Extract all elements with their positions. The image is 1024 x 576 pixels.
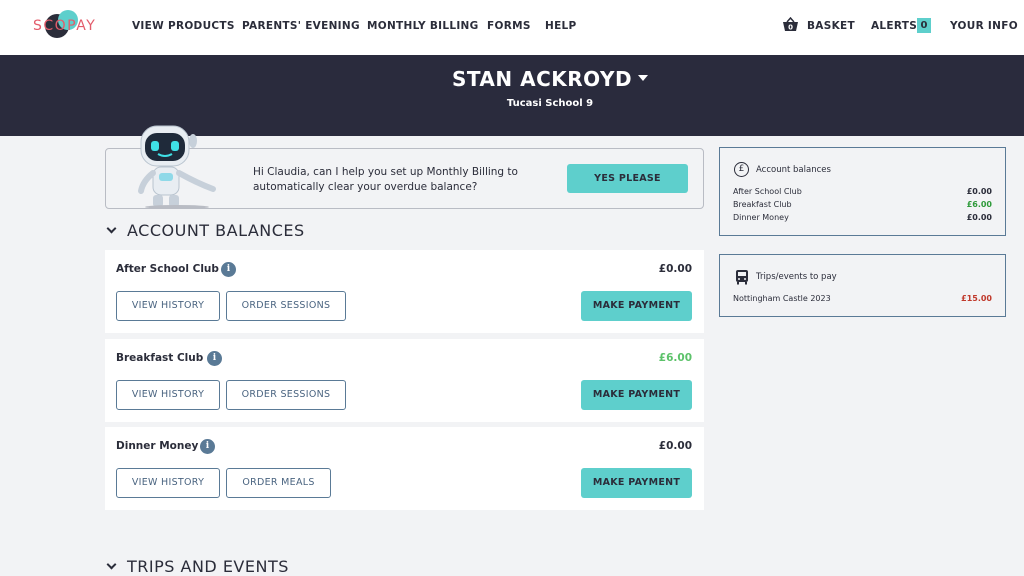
- student-selector[interactable]: STAN ACKROYD: [0, 67, 1024, 91]
- order-sessions-button[interactable]: ORDER SESSIONS: [226, 380, 346, 410]
- view-history-button[interactable]: VIEW HISTORY: [116, 291, 220, 321]
- panel-row-label: After School Club: [733, 187, 802, 196]
- balance-name: After School Club: [116, 263, 219, 275]
- nav-parents-evening[interactable]: PARENTS' EVENING: [242, 20, 360, 32]
- nav-your-info[interactable]: YOUR INFO: [950, 20, 1018, 32]
- basket-count: 0: [788, 24, 793, 32]
- panel-row-label: Breakfast Club: [733, 200, 792, 209]
- trip-name[interactable]: Nottingham Castle 2023: [733, 294, 831, 303]
- account-balances-toggle[interactable]: ACCOUNT BALANCES: [106, 221, 305, 240]
- trips-to-pay-panel: Trips/events to pay Nottingham Castle 20…: [719, 254, 1006, 317]
- info-icon[interactable]: i: [221, 262, 236, 277]
- balance-amount: £6.00: [658, 352, 692, 364]
- yes-please-button[interactable]: YES PLEASE: [567, 164, 688, 193]
- school-name: Tucasi School 9: [506, 98, 594, 109]
- view-history-button[interactable]: VIEW HISTORY: [116, 468, 220, 498]
- scopay-logo[interactable]: SCOPAY: [32, 10, 102, 42]
- nav-help[interactable]: HELP: [545, 20, 577, 32]
- balance-amount: £0.00: [658, 440, 692, 452]
- panel-title: Trips/events to pay: [756, 272, 837, 282]
- info-icon[interactable]: i: [200, 439, 215, 454]
- account-balances-panel: £ Account balances After School Club £0.…: [719, 147, 1006, 236]
- view-history-button[interactable]: VIEW HISTORY: [116, 380, 220, 410]
- trips-and-events-toggle[interactable]: TRIPS AND EVENTS: [106, 557, 289, 576]
- panel-row-value: £0.00: [966, 213, 992, 222]
- nav-basket[interactable]: BASKET: [807, 20, 855, 32]
- panel-row-label: Dinner Money: [733, 213, 789, 222]
- bus-icon: [736, 270, 748, 285]
- nav-alerts[interactable]: ALERTS: [871, 20, 917, 32]
- balance-card-dinner-money: Dinner Money i £0.00 VIEW HISTORY ORDER …: [105, 427, 704, 510]
- top-nav: SCOPAY VIEW PRODUCTS PARENTS' EVENING MO…: [0, 0, 1024, 55]
- info-icon[interactable]: i: [207, 351, 222, 366]
- logo-text: SCOPAY: [33, 18, 97, 34]
- order-sessions-button[interactable]: ORDER SESSIONS: [226, 291, 346, 321]
- alerts-count-badge[interactable]: 0: [917, 18, 931, 33]
- balance-name: Dinner Money: [116, 440, 199, 452]
- balance-name: Breakfast Club: [116, 352, 204, 364]
- balance-card-breakfast-club: Breakfast Club i £6.00 VIEW HISTORY ORDE…: [105, 339, 704, 422]
- trip-amount: £15.00: [961, 294, 992, 303]
- make-payment-button[interactable]: MAKE PAYMENT: [581, 468, 692, 498]
- account-balances-heading: ACCOUNT BALANCES: [127, 221, 305, 240]
- promo-message: Hi Claudia, can I help you set up Monthl…: [253, 166, 518, 193]
- balance-card-after-school-club: After School Club i £0.00 VIEW HISTORY O…: [105, 250, 704, 333]
- balance-amount: £0.00: [658, 263, 692, 275]
- basket-icon[interactable]: 0: [782, 17, 799, 32]
- panel-title: Account balances: [756, 165, 831, 175]
- chevron-down-icon: [106, 559, 117, 570]
- make-payment-button[interactable]: MAKE PAYMENT: [581, 291, 692, 321]
- robot-assistant-icon: [138, 125, 216, 209]
- student-name: STAN ACKROYD: [451, 67, 633, 91]
- nav-view-products[interactable]: VIEW PRODUCTS: [132, 20, 235, 32]
- pound-icon: £: [734, 162, 749, 177]
- trips-and-events-heading: TRIPS AND EVENTS: [127, 557, 289, 576]
- chevron-down-icon: [106, 223, 117, 234]
- panel-row-value: £0.00: [966, 187, 992, 196]
- order-meals-button[interactable]: ORDER MEALS: [226, 468, 331, 498]
- caret-down-icon[interactable]: [638, 75, 649, 81]
- make-payment-button[interactable]: MAKE PAYMENT: [581, 380, 692, 410]
- nav-monthly-billing[interactable]: MONTHLY BILLING: [367, 20, 479, 32]
- nav-forms[interactable]: FORMS: [487, 20, 531, 32]
- panel-row-value: £6.00: [966, 200, 992, 209]
